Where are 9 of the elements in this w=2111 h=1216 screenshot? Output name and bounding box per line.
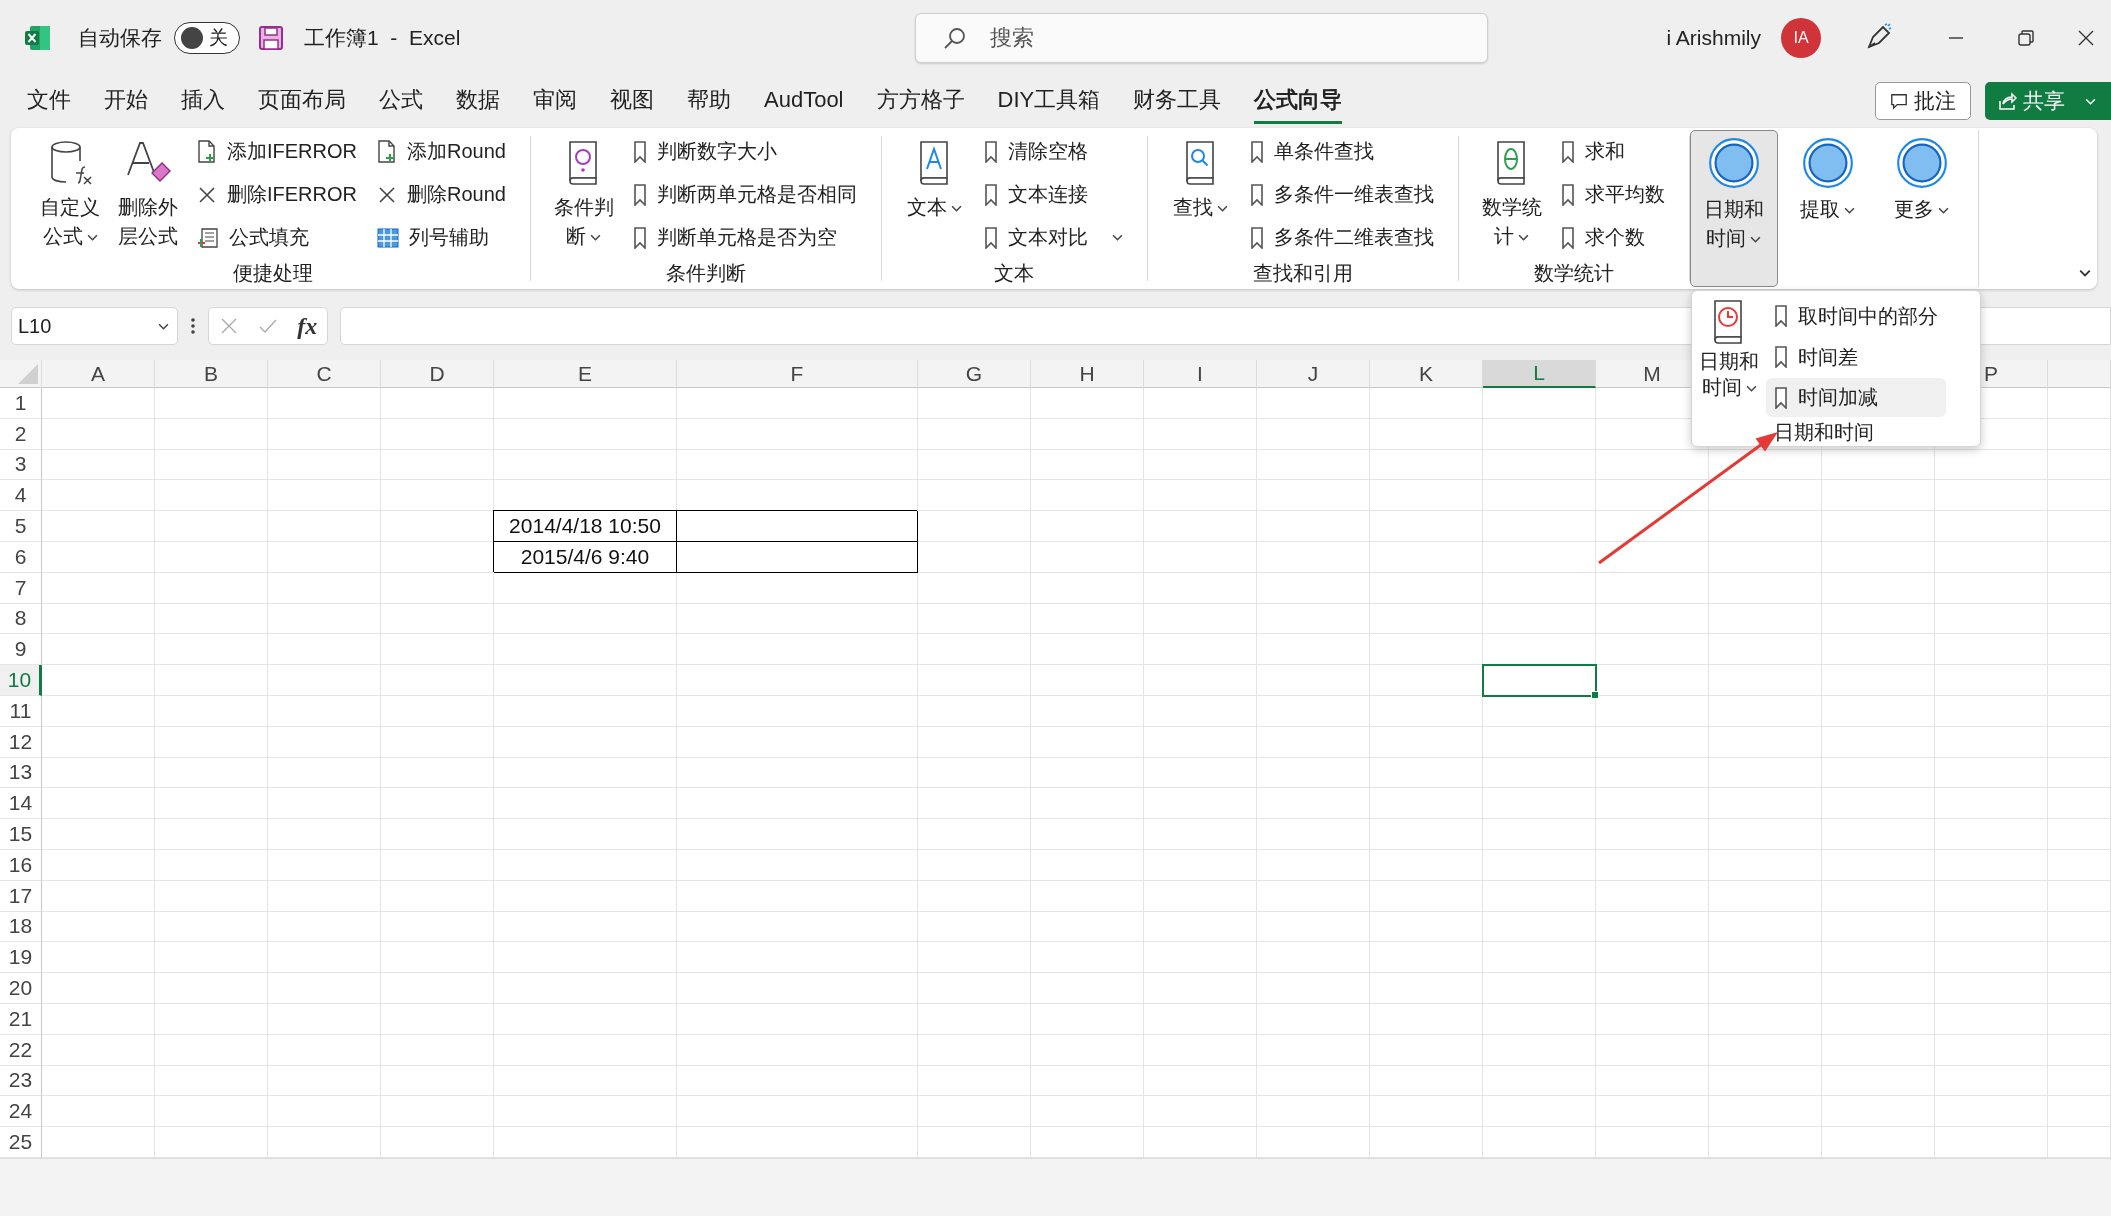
group-label: 文本 (993, 260, 1036, 286)
autosave-label: 自动保存 (78, 25, 162, 51)
window-title: 工作簿1 - Excel (304, 25, 461, 51)
user-name: i Arishmily (1666, 26, 1761, 50)
group-label: 数学统计 (1532, 260, 1615, 286)
group-label: 条件判断 (664, 260, 747, 286)
group-label: 便捷处理 (232, 260, 315, 286)
group-label: 查找和引用 (1251, 260, 1354, 286)
group-label: 日期和时间 (1773, 420, 1875, 445)
